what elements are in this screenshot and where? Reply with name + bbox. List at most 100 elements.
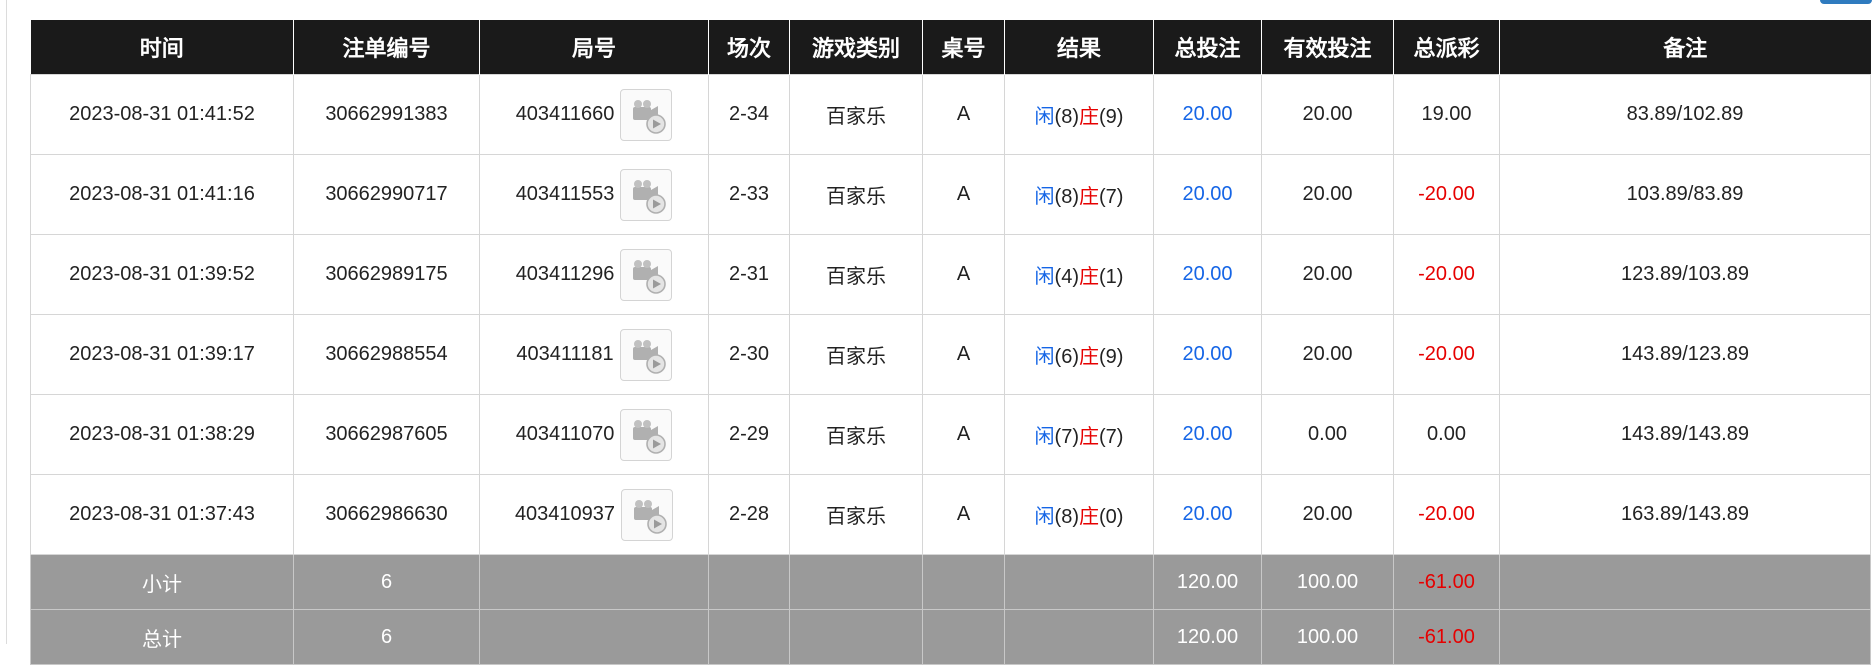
result: 闲(8)庄(0) [1004,474,1154,555]
total-bet: 20.00 [1153,154,1262,235]
player-label: 闲 [1034,186,1055,208]
summary-label: 总计 [30,609,294,665]
round-cell: 403410937 [479,474,709,555]
banker-score: (7) [1099,426,1124,448]
header-time[interactable]: 时间 [30,20,294,75]
note: 103.89/83.89 [1499,154,1871,235]
banker-label: 庄 [1079,266,1099,288]
player-score: (6) [1054,346,1079,368]
summary-total-bet: 120.00 [1153,554,1262,610]
round-wrapper: 403411070 [515,408,673,461]
bet-id: 30662986630 [293,474,480,555]
session: 2-33 [708,154,790,235]
round-wrapper: 403411296 [516,248,673,301]
subtotal-row: 小计 6 120.00 100.00 -61.00 [30,554,1871,610]
round-wrapper: 403410937 [514,488,674,541]
summary-empty-cell [1499,609,1871,665]
round-wrapper: 403411660 [516,88,673,141]
header-total-payout[interactable]: 总派彩 [1393,20,1500,75]
summary-empty-cell [922,554,1005,610]
table-no: A [922,74,1005,155]
banker-score: (0) [1099,506,1124,528]
video-replay-icon[interactable] [619,328,672,381]
summary-label: 小计 [30,554,294,610]
header-valid-bet[interactable]: 有效投注 [1261,20,1394,75]
header-table-no[interactable]: 桌号 [922,20,1005,75]
player-label: 闲 [1034,266,1055,288]
summary-count: 6 [293,609,480,665]
valid-bet: 20.00 [1261,474,1394,555]
banker-score: (9) [1099,346,1124,368]
valid-bet: 20.00 [1261,234,1394,315]
session: 2-28 [708,474,790,555]
bet-time: 2023-08-31 01:39:17 [30,314,294,395]
round-number: 403411070 [515,423,615,445]
note: 123.89/103.89 [1499,234,1871,315]
round-cell: 403411296 [479,234,709,315]
summary-valid-bet: 100.00 [1261,554,1394,610]
header-game-type[interactable]: 游戏类别 [789,20,923,75]
note: 143.89/143.89 [1499,394,1871,475]
round-number: 403411181 [516,343,614,365]
header-session[interactable]: 场次 [708,20,790,75]
player-score: (4) [1054,266,1079,288]
header-total-bet[interactable]: 总投注 [1153,20,1262,75]
summary-total-bet: 120.00 [1153,609,1262,665]
header-bet-id[interactable]: 注单编号 [293,20,480,75]
bet-id: 30662990717 [293,154,480,235]
summary-valid-bet: 100.00 [1261,609,1394,665]
table-row: 2023-08-31 01:37:43 30662986630 403410937 2… [30,474,1871,555]
banker-score: (1) [1099,266,1124,288]
round-number: 403411553 [515,183,615,205]
header-result[interactable]: 结果 [1004,20,1154,75]
summary-empty-cell [708,609,790,665]
game-type: 百家乐 [789,234,923,315]
summary-count: 6 [293,554,480,610]
total-bet: 20.00 [1153,474,1262,555]
grand-total-row: 总计 6 120.00 100.00 -61.00 [30,609,1871,665]
bet-id: 30662988554 [293,314,480,395]
session: 2-30 [708,314,790,395]
table-no: A [922,314,1005,395]
game-type: 百家乐 [789,474,923,555]
table-no: A [922,234,1005,315]
header-round[interactable]: 局号 [479,20,709,75]
banker-label: 庄 [1079,346,1099,368]
header-note[interactable]: 备注 [1499,20,1871,75]
game-type: 百家乐 [789,74,923,155]
player-label: 闲 [1034,426,1055,448]
round-number: 403410937 [514,503,616,525]
table-header-row: 时间 注单编号 局号 场次 游戏类别 桌号 结果 总投注 有效投注 总派彩 备注 [30,20,1871,75]
bet-id: 30662989175 [293,234,480,315]
result: 闲(4)庄(1) [1004,234,1154,315]
valid-bet: 20.00 [1261,154,1394,235]
video-replay-icon[interactable] [621,488,674,541]
game-type: 百家乐 [789,394,923,475]
note: 83.89/102.89 [1499,74,1871,155]
banker-label: 庄 [1079,106,1099,128]
summary-empty-cell [1004,609,1154,665]
round-wrapper: 403411181 [516,328,672,381]
player-score: (8) [1054,106,1079,128]
bet-id: 30662991383 [293,74,480,155]
summary-empty-cell [708,554,790,610]
summary-empty-cell [479,609,709,665]
total-payout: -20.00 [1393,314,1500,395]
total-payout: -20.00 [1393,474,1500,555]
video-replay-icon[interactable] [620,408,673,461]
table-row: 2023-08-31 01:41:16 30662990717 403411553 2… [30,154,1871,235]
video-replay-icon[interactable] [620,88,673,141]
valid-bet: 20.00 [1261,74,1394,155]
session: 2-31 [708,234,790,315]
game-type: 百家乐 [789,154,923,235]
summary-empty-cell [789,554,923,610]
game-type: 百家乐 [789,314,923,395]
video-replay-icon[interactable] [620,168,673,221]
total-bet: 20.00 [1153,394,1262,475]
result: 闲(7)庄(7) [1004,394,1154,475]
valid-bet: 0.00 [1261,394,1394,475]
top-right-button[interactable] [1820,0,1872,4]
total-bet: 20.00 [1153,314,1262,395]
total-bet: 20.00 [1153,234,1262,315]
video-replay-icon[interactable] [620,248,673,301]
